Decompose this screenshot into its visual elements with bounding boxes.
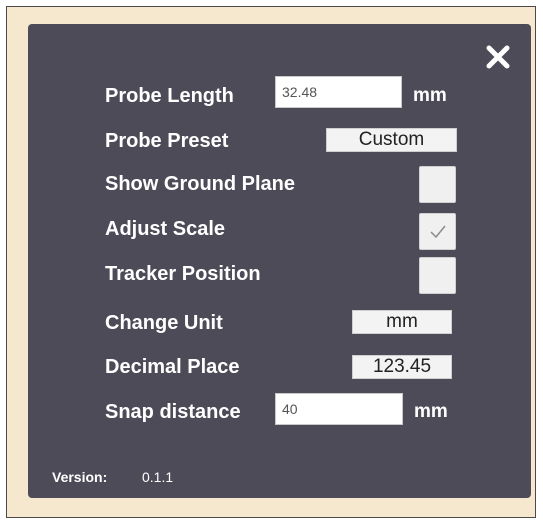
adjust-scale-checkbox[interactable]: [419, 213, 456, 250]
version-label: Version:: [52, 469, 108, 485]
show-ground-plane-checkbox[interactable]: [419, 166, 456, 203]
probe-length-input[interactable]: [275, 76, 402, 108]
snap-distance-label: Snap distance: [105, 401, 241, 423]
probe-length-unit: mm: [413, 85, 447, 106]
probe-preset-label: Probe Preset: [105, 130, 229, 152]
snap-distance-unit: mm: [414, 401, 448, 422]
tracker-position-checkbox[interactable]: [419, 257, 456, 294]
probe-preset-button[interactable]: Custom: [326, 128, 457, 152]
change-unit-label: Change Unit: [105, 312, 223, 334]
close-button[interactable]: [483, 42, 513, 72]
checkmark-icon: [430, 225, 446, 239]
close-icon: [486, 45, 510, 69]
probe-length-label: Probe Length: [105, 85, 234, 107]
settings-panel: Probe Length mm Probe Preset Custom Show…: [28, 24, 531, 498]
tracker-position-label: Tracker Position: [105, 263, 261, 285]
decimal-place-button[interactable]: 123.45: [352, 355, 452, 379]
show-ground-plane-label: Show Ground Plane: [105, 173, 296, 195]
snap-distance-input[interactable]: [275, 393, 403, 425]
version-value: 0.1.1: [142, 469, 174, 485]
decimal-place-label: Decimal Place: [105, 356, 240, 378]
adjust-scale-label: Adjust Scale: [105, 218, 226, 240]
change-unit-button[interactable]: mm: [352, 310, 452, 334]
